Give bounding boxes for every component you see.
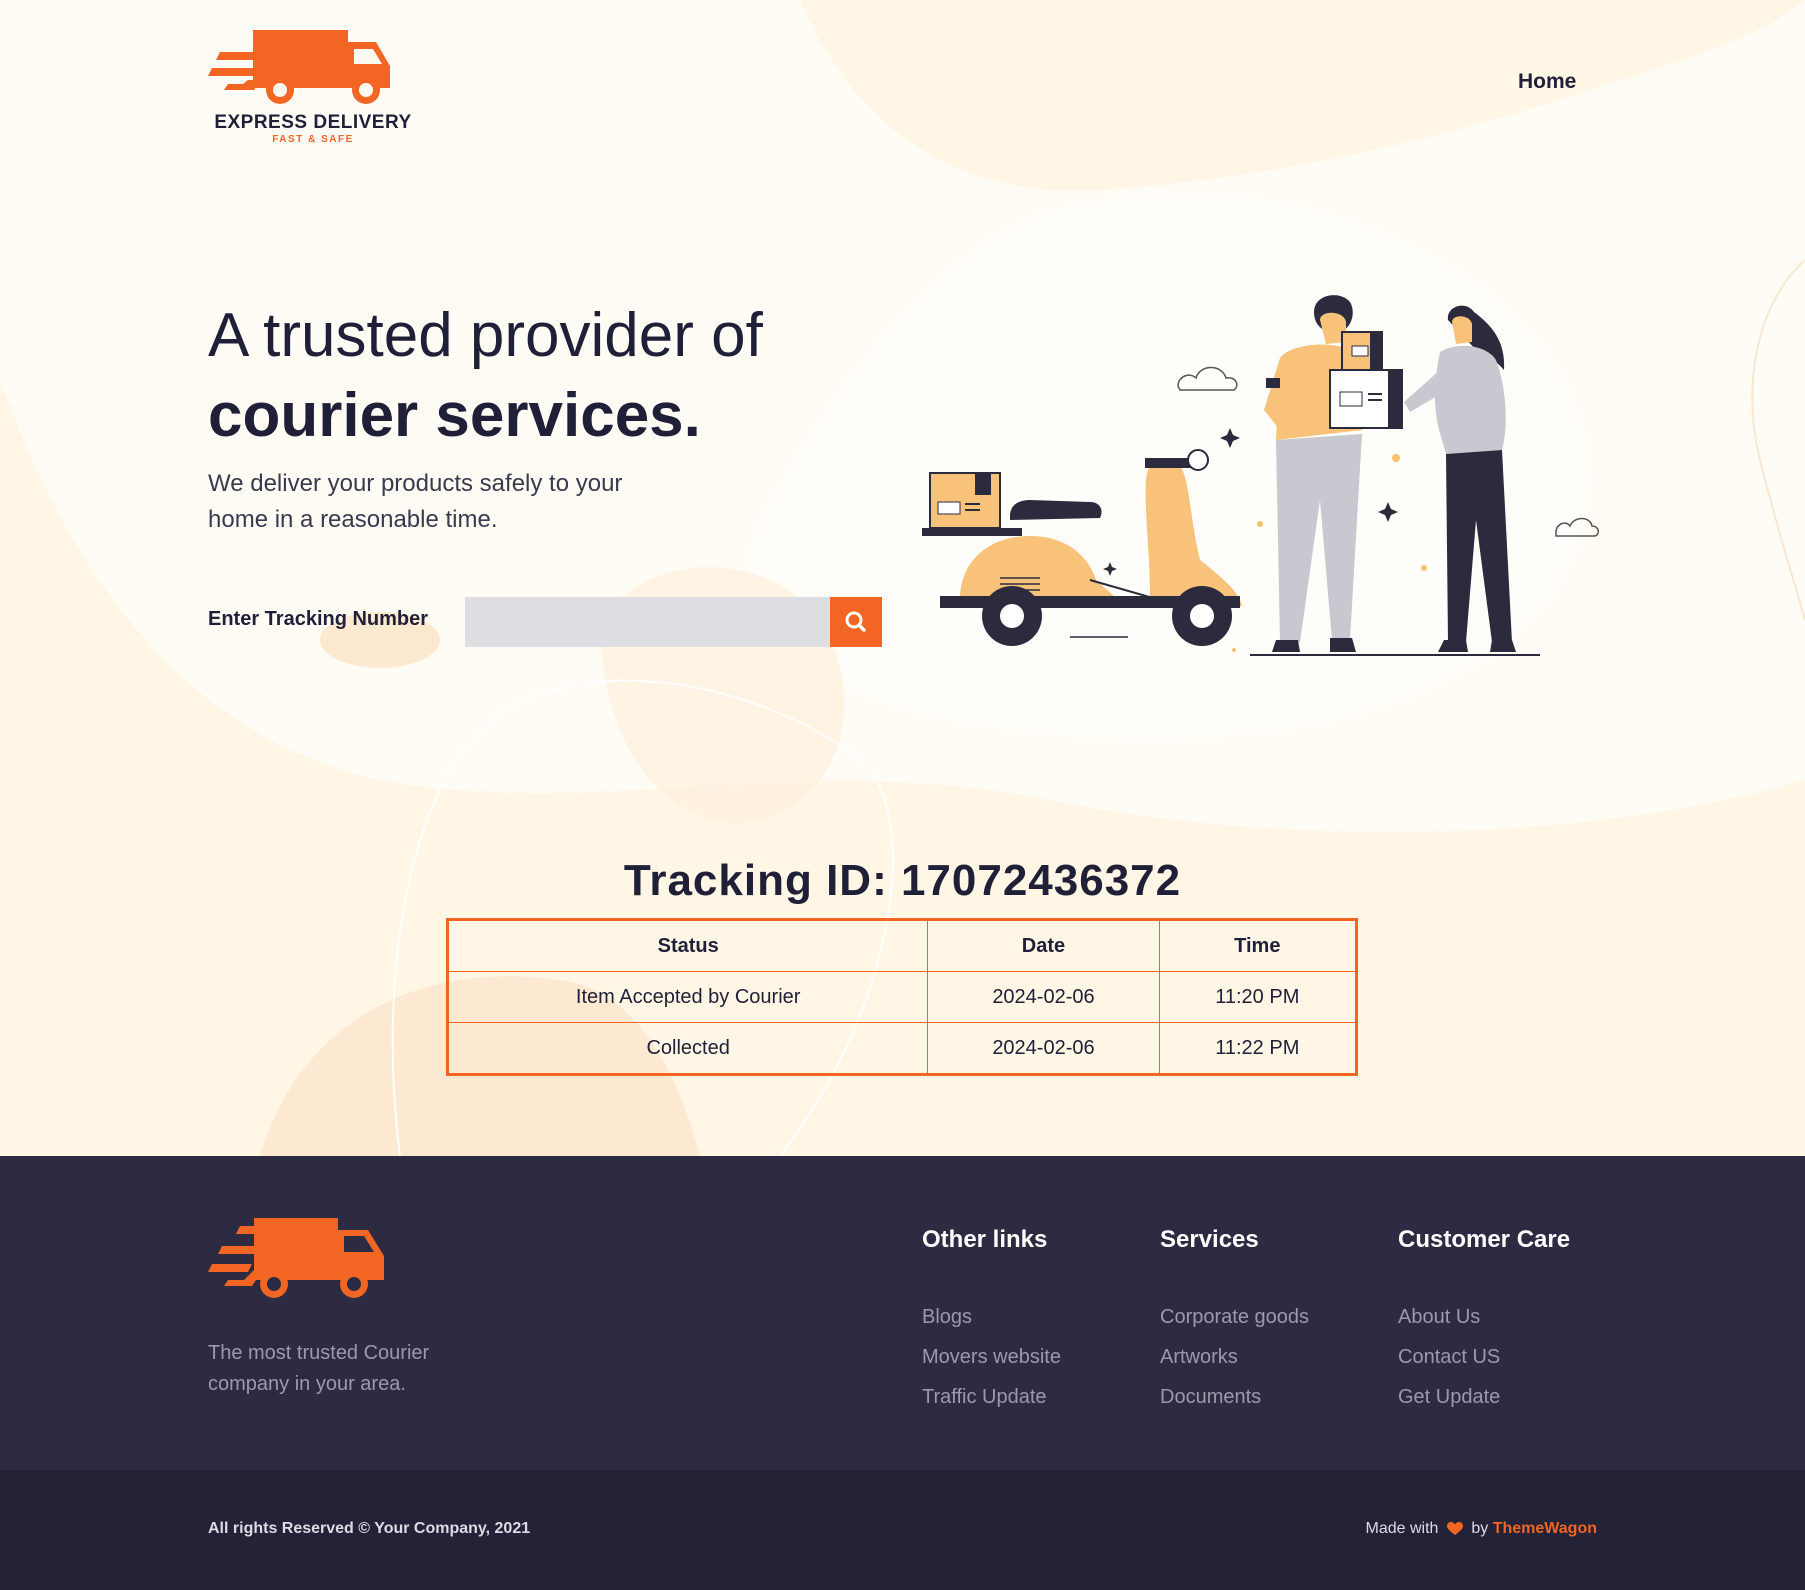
status-cell: Collected [446, 1022, 929, 1075]
column-header-time: Time [1158, 919, 1358, 972]
footer-link-traffic-update[interactable]: Traffic Update [922, 1386, 1061, 1410]
footer-link-contact-us[interactable]: Contact US [1398, 1346, 1570, 1370]
footer-column-other-links: Other links Blogs Movers website Traffic… [922, 1226, 1061, 1426]
site-footer: The most trusted Courier company in your… [0, 1156, 1805, 1470]
courier-illustration [922, 295, 1599, 656]
themewagon-link[interactable]: ThemeWagon [1493, 1520, 1597, 1537]
made-with-label: Made with [1365, 1520, 1439, 1537]
column-header-status: Status [446, 919, 929, 972]
date-cell: 2024-02-06 [927, 1022, 1160, 1075]
footer-link-artworks[interactable]: Artworks [1160, 1346, 1309, 1370]
footer-link-get-update[interactable]: Get Update [1398, 1386, 1570, 1410]
hero-title-line1: A trusted provider of [208, 301, 763, 370]
footer-link-documents[interactable]: Documents [1160, 1386, 1309, 1410]
tracking-number-label: Enter Tracking Number [208, 608, 429, 630]
footer-description: The most trusted Courier company in your… [208, 1342, 430, 1395]
footer-column-title: Other links [922, 1226, 1048, 1253]
time-cell: 11:20 PM [1158, 971, 1358, 1023]
tracking-table: Status Date Time Item Accepted by Courie… [446, 918, 1358, 1076]
hero-title-line2: courier services. [208, 381, 701, 450]
table-row: Collected 2024-02-06 11:22 PM [446, 1022, 1358, 1075]
delivery-truck-icon [208, 30, 390, 104]
table-row: Item Accepted by Courier 2024-02-06 11:2… [446, 971, 1358, 1023]
footer-link-about-us[interactable]: About Us [1398, 1306, 1570, 1330]
brand-name: EXPRESS DELIVERY [214, 112, 412, 133]
nav-home-link[interactable]: Home [1518, 70, 1576, 94]
footer-column-customer-care: Customer Care About Us Contact US Get Up… [1398, 1226, 1570, 1426]
footer-bottom-bar: All rights Reserved © Your Company, 2021… [0, 1470, 1805, 1590]
footer-link-blogs[interactable]: Blogs [922, 1306, 1061, 1330]
site-header: EXPRESS DELIVERY FAST & SAFE Home [0, 0, 1805, 160]
tracking-number-input[interactable] [465, 597, 831, 647]
delivery-truck-icon [208, 1218, 384, 1298]
heart-icon [1446, 1521, 1463, 1535]
by-label: by [1471, 1520, 1489, 1537]
brand-tagline: FAST & SAFE [272, 134, 354, 145]
status-cell: Item Accepted by Courier [446, 971, 929, 1023]
date-cell: 2024-02-06 [927, 971, 1160, 1023]
search-icon [845, 611, 866, 632]
footer-link-corporate-goods[interactable]: Corporate goods [1160, 1306, 1309, 1330]
tracking-id-heading: Tracking ID: 17072436372 [623, 856, 1182, 905]
time-cell: 11:22 PM [1158, 1022, 1358, 1075]
column-header-date: Date [927, 919, 1160, 972]
footer-logo[interactable] [208, 1216, 392, 1311]
search-button[interactable] [830, 597, 882, 647]
footer-column-title: Services [1160, 1226, 1259, 1253]
hero-subtitle: We deliver your products safely to your … [208, 470, 623, 533]
footer-column-title: Customer Care [1398, 1226, 1571, 1253]
footer-link-movers-website[interactable]: Movers website [922, 1346, 1061, 1370]
copyright-text: All rights Reserved © Your Company, 2021 [208, 1520, 531, 1537]
brand-logo[interactable]: EXPRESS DELIVERY FAST & SAFE [208, 22, 418, 148]
made-with-credit: Made with by ThemeWagon [1366, 1520, 1597, 1538]
table-header-row: Status Date Time [446, 919, 1358, 972]
footer-column-services: Services Corporate goods Artworks Docume… [1160, 1226, 1309, 1426]
